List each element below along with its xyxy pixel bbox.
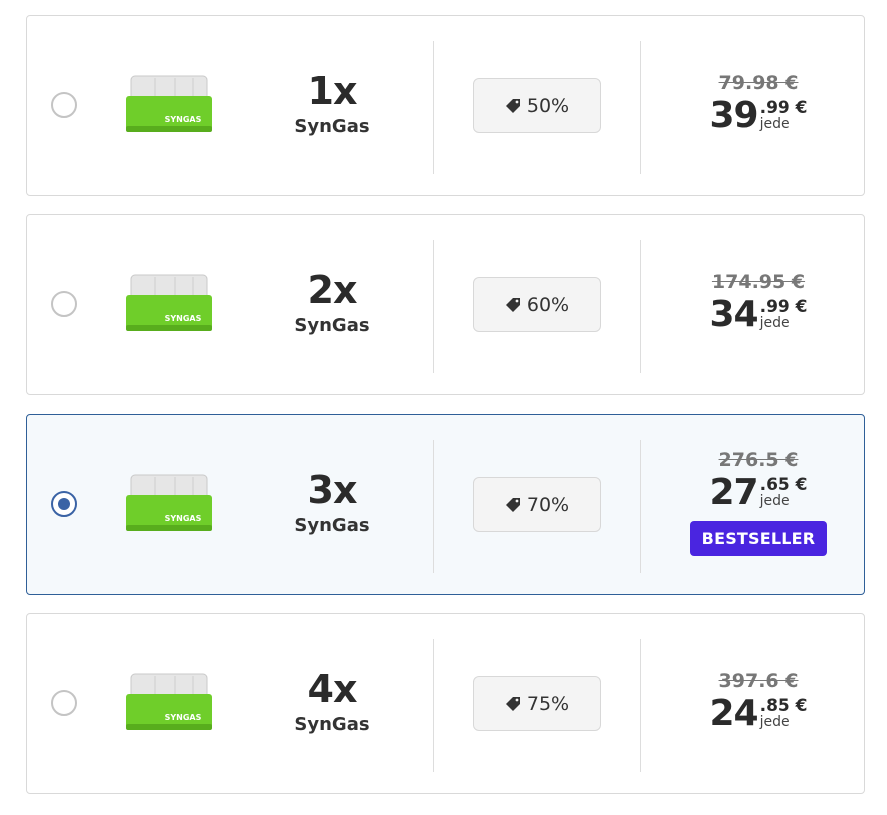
quantity-label: 1x xyxy=(307,69,358,113)
bundle-option-1[interactable]: SYNGAS 1x SynGas 50% 79.98 € 39 .99 € je… xyxy=(26,15,865,196)
radio-button[interactable] xyxy=(51,291,77,317)
divider xyxy=(640,240,641,373)
price-integer: 27 xyxy=(709,472,759,513)
price-unit: jede xyxy=(759,493,790,509)
radio-button[interactable] xyxy=(51,92,77,118)
device-label: SYNGAS xyxy=(165,115,202,124)
bundle-option-3[interactable]: SYNGAS 3x SynGas 70% 276.5 € 27 .65 € je… xyxy=(26,414,865,595)
discount-badge: 60% xyxy=(473,277,601,332)
discount-percent: 70% xyxy=(526,493,570,516)
quantity-label: 3x xyxy=(307,468,358,512)
product-name: SynGas xyxy=(294,515,370,536)
quantity-block: 2x SynGas xyxy=(257,267,407,336)
price-block: 174.95 € 34 .99 € jede xyxy=(667,270,850,335)
radio-selected-dot xyxy=(58,498,70,510)
discount-badge: 75% xyxy=(473,676,601,731)
device-label: SYNGAS xyxy=(165,514,202,523)
price-tag-icon xyxy=(505,98,520,113)
price-integer: 24 xyxy=(709,693,759,734)
quantity-block: 4x SynGas xyxy=(257,666,407,735)
price-integer: 39 xyxy=(709,95,759,136)
price-cents: .99 € xyxy=(759,297,808,317)
price-tag-icon xyxy=(505,696,520,711)
quantity-block: 3x SynGas xyxy=(257,467,407,536)
price-unit: jede xyxy=(759,714,790,730)
price-block: 397.6 € 24 .85 € jede xyxy=(667,669,850,734)
discount-percent: 60% xyxy=(526,293,570,316)
price-block: 276.5 € 27 .65 € jede BESTSELLER xyxy=(667,448,850,556)
price-integer: 34 xyxy=(709,294,759,335)
current-price: 27 .65 € jede xyxy=(710,473,808,513)
bundle-option-2[interactable]: SYNGAS 2x SynGas 60% 174.95 € 34 .99 € j… xyxy=(26,214,865,395)
divider xyxy=(433,440,434,573)
obd-device-icon: SYNGAS xyxy=(126,274,212,331)
discount-percent: 75% xyxy=(526,692,570,715)
divider xyxy=(433,41,434,174)
bundle-option-list: SYNGAS 1x SynGas 50% 79.98 € 39 .99 € je… xyxy=(0,0,887,815)
current-price: 39 .99 € jede xyxy=(710,96,808,136)
price-cents: .85 € xyxy=(759,696,808,716)
old-price: 276.5 € xyxy=(718,449,799,471)
bestseller-badge: BESTSELLER xyxy=(689,521,828,556)
obd-device-icon: SYNGAS xyxy=(126,75,212,132)
old-price: 79.98 € xyxy=(718,72,799,94)
current-price: 34 .99 € jede xyxy=(710,295,808,335)
quantity-label: 4x xyxy=(307,667,358,711)
divider xyxy=(433,240,434,373)
bundle-option-4[interactable]: SYNGAS 4x SynGas 75% 397.6 € 24 .85 € je… xyxy=(26,613,865,794)
quantity-label: 2x xyxy=(307,268,358,312)
product-name: SynGas xyxy=(294,315,370,336)
device-label: SYNGAS xyxy=(165,314,202,323)
discount-percent: 50% xyxy=(526,94,570,117)
divider xyxy=(433,639,434,772)
divider xyxy=(640,41,641,174)
price-cents: .65 € xyxy=(759,475,808,495)
product-name: SynGas xyxy=(294,116,370,137)
radio-button[interactable] xyxy=(51,690,77,716)
obd-device-icon: SYNGAS xyxy=(126,673,212,730)
device-label: SYNGAS xyxy=(165,713,202,722)
price-cents: .99 € xyxy=(759,98,808,118)
current-price: 24 .85 € jede xyxy=(710,694,808,734)
divider xyxy=(640,639,641,772)
quantity-block: 1x SynGas xyxy=(257,68,407,137)
obd-device-icon: SYNGAS xyxy=(126,474,212,531)
divider xyxy=(640,440,641,573)
price-tag-icon xyxy=(505,497,520,512)
price-block: 79.98 € 39 .99 € jede xyxy=(667,71,850,136)
price-unit: jede xyxy=(759,116,790,132)
discount-badge: 50% xyxy=(473,78,601,133)
old-price: 174.95 € xyxy=(711,271,806,293)
product-name: SynGas xyxy=(294,714,370,735)
radio-button[interactable] xyxy=(51,491,77,517)
old-price: 397.6 € xyxy=(718,670,799,692)
discount-badge: 70% xyxy=(473,477,601,532)
price-tag-icon xyxy=(505,297,520,312)
price-unit: jede xyxy=(759,315,790,331)
